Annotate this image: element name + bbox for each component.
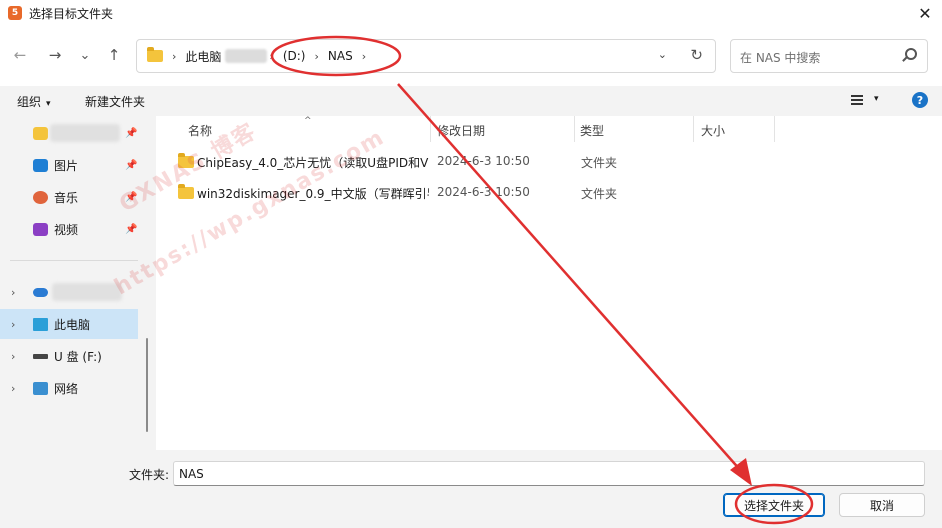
pin-icon: 📌: [125, 159, 138, 171]
folder-icon: [178, 184, 194, 199]
navigation-bar: ← → ⌄ ↑ › 此电脑 › (D:) › NAS › ⌄ ↻ 在 NAS 中…: [0, 26, 942, 86]
column-divider[interactable]: [430, 116, 431, 142]
file-name: ChipEasy_4.0_芯片无忧（读取U盘PID和VID）: [197, 156, 429, 170]
column-divider[interactable]: [774, 116, 775, 142]
refresh-icon[interactable]: ↻: [690, 46, 703, 64]
help-icon[interactable]: ?: [912, 92, 928, 108]
search-placeholder: 在 NAS 中搜索: [740, 51, 821, 65]
breadcrumb-this-pc[interactable]: 此电脑: [185, 48, 221, 65]
select-folder-button[interactable]: 选择文件夹: [723, 493, 825, 517]
chevron-down-icon: ⌄: [79, 47, 91, 63]
redacted-drive-label: [225, 49, 268, 63]
sort-ascending-icon: ^: [304, 116, 312, 126]
network-icon: [33, 381, 48, 395]
expand-icon[interactable]: ›: [11, 286, 15, 299]
organize-menu[interactable]: 组织 ▾: [17, 93, 51, 110]
caret-down-icon: ▾: [46, 99, 51, 109]
sidebar-item-pictures[interactable]: 图片 📌: [0, 150, 138, 180]
search-input[interactable]: 在 NAS 中搜索: [730, 39, 928, 73]
sidebar-item-onedrive[interactable]: ›: [0, 277, 138, 307]
sidebar-item-label: 图片: [54, 158, 79, 173]
arrow-right-icon: →: [48, 46, 62, 64]
organize-label: 组织: [17, 95, 42, 109]
address-bar[interactable]: › 此电脑 › (D:) › NAS › ⌄ ↻: [136, 39, 716, 73]
sidebar-item-videos[interactable]: 视频 📌: [0, 214, 138, 244]
up-button[interactable]: ↑: [104, 44, 124, 66]
redacted-label: [50, 124, 120, 142]
sidebar-item-label: 此电脑: [54, 317, 91, 332]
app-icon: 5: [8, 6, 22, 20]
breadcrumb-separator: ›: [172, 49, 177, 63]
breadcrumb-separator: ›: [314, 49, 319, 63]
music-icon: [33, 190, 48, 204]
file-modified: 2024-6-3 10:50: [437, 185, 530, 199]
this-pc-icon: [33, 317, 48, 331]
pin-icon: 📌: [125, 127, 138, 139]
cloud-icon: [33, 288, 48, 297]
cancel-button[interactable]: 取消: [839, 493, 925, 517]
pictures-icon: [33, 158, 48, 172]
close-button[interactable]: ✕: [908, 0, 942, 26]
scrollbar-thumb[interactable]: [146, 338, 148, 432]
folder-name-input[interactable]: [173, 461, 925, 486]
expand-icon[interactable]: ›: [11, 382, 15, 395]
table-row[interactable]: ChipEasy_4.0_芯片无忧（读取U盘PID和VID） 2024-6-3 …: [156, 148, 942, 178]
sidebar-item-label: 音乐: [54, 190, 79, 205]
search-icon[interactable]: [905, 48, 917, 60]
breadcrumb-separator: ›: [269, 49, 274, 63]
column-header-type[interactable]: 类型: [580, 122, 604, 139]
arrow-left-icon: ←: [13, 46, 27, 64]
file-modified: 2024-6-3 10:50: [437, 154, 530, 168]
file-list: 名称 ^ 修改日期 类型 大小 ChipEasy_4.0_芯片无忧（读取U盘PI…: [156, 116, 942, 450]
sidebar-item-usb-drive[interactable]: › U 盘 (F:): [0, 341, 138, 371]
pin-icon: 📌: [125, 191, 138, 203]
folder-icon: [33, 126, 48, 140]
column-divider[interactable]: [574, 116, 575, 142]
breadcrumb-nas[interactable]: NAS: [328, 49, 353, 63]
sidebar-item-label: 网络: [54, 381, 79, 396]
file-name: win32diskimager_0.9_中文版（写群晖引导工具）: [197, 187, 429, 201]
expand-icon[interactable]: ›: [11, 350, 15, 363]
recent-locations-button[interactable]: ⌄: [75, 44, 95, 66]
sidebar-item-redacted[interactable]: 📌: [0, 118, 138, 148]
sidebar-item-network[interactable]: › 网络: [0, 373, 138, 403]
expand-icon[interactable]: ›: [11, 318, 15, 331]
new-folder-button[interactable]: 新建文件夹: [85, 93, 145, 110]
arrow-up-icon: ↑: [107, 46, 121, 64]
column-header-modified[interactable]: 修改日期: [437, 122, 485, 139]
drive-icon: [33, 354, 48, 359]
folder-icon: [178, 153, 194, 168]
column-header-name[interactable]: 名称: [188, 122, 212, 139]
file-type: 文件夹: [581, 156, 618, 170]
videos-icon: [33, 222, 48, 236]
forward-button[interactable]: →: [45, 44, 65, 66]
navigation-pane: 📌 图片 📌 音乐 📌 视频 📌 › › 此电脑 › U 盘 (F:) › 网络: [0, 116, 140, 450]
command-bar: 组织 ▾ 新建文件夹 ▾ ?: [0, 86, 942, 116]
title-bar: 5 选择目标文件夹 ✕: [0, 0, 942, 26]
column-header-size[interactable]: 大小: [701, 122, 725, 139]
close-icon: ✕: [918, 3, 932, 23]
dialog-footer: 文件夹: 选择文件夹 取消: [0, 450, 942, 528]
redacted-label: [52, 283, 122, 301]
address-history-dropdown[interactable]: ⌄: [658, 48, 667, 61]
sidebar-item-music[interactable]: 音乐 📌: [0, 182, 138, 212]
view-options-icon[interactable]: [851, 95, 863, 105]
breadcrumb-drive-d[interactable]: (D:): [283, 49, 306, 63]
back-button[interactable]: ←: [10, 44, 30, 66]
pin-icon: 📌: [125, 223, 138, 235]
breadcrumb-separator: ›: [361, 49, 367, 63]
caret-down-icon[interactable]: ▾: [874, 94, 879, 104]
column-divider[interactable]: [693, 116, 694, 142]
folder-field-label: 文件夹:: [129, 468, 170, 482]
file-type: 文件夹: [581, 187, 618, 201]
divider: [10, 260, 138, 261]
folder-icon: [147, 47, 163, 62]
sidebar-item-label: U 盘 (F:): [54, 349, 102, 364]
sidebar-item-label: 视频: [54, 222, 79, 237]
sidebar-item-this-pc[interactable]: › 此电脑: [0, 309, 138, 339]
table-row[interactable]: win32diskimager_0.9_中文版（写群晖引导工具） 2024-6-…: [156, 179, 942, 209]
window-title: 选择目标文件夹: [29, 6, 114, 21]
